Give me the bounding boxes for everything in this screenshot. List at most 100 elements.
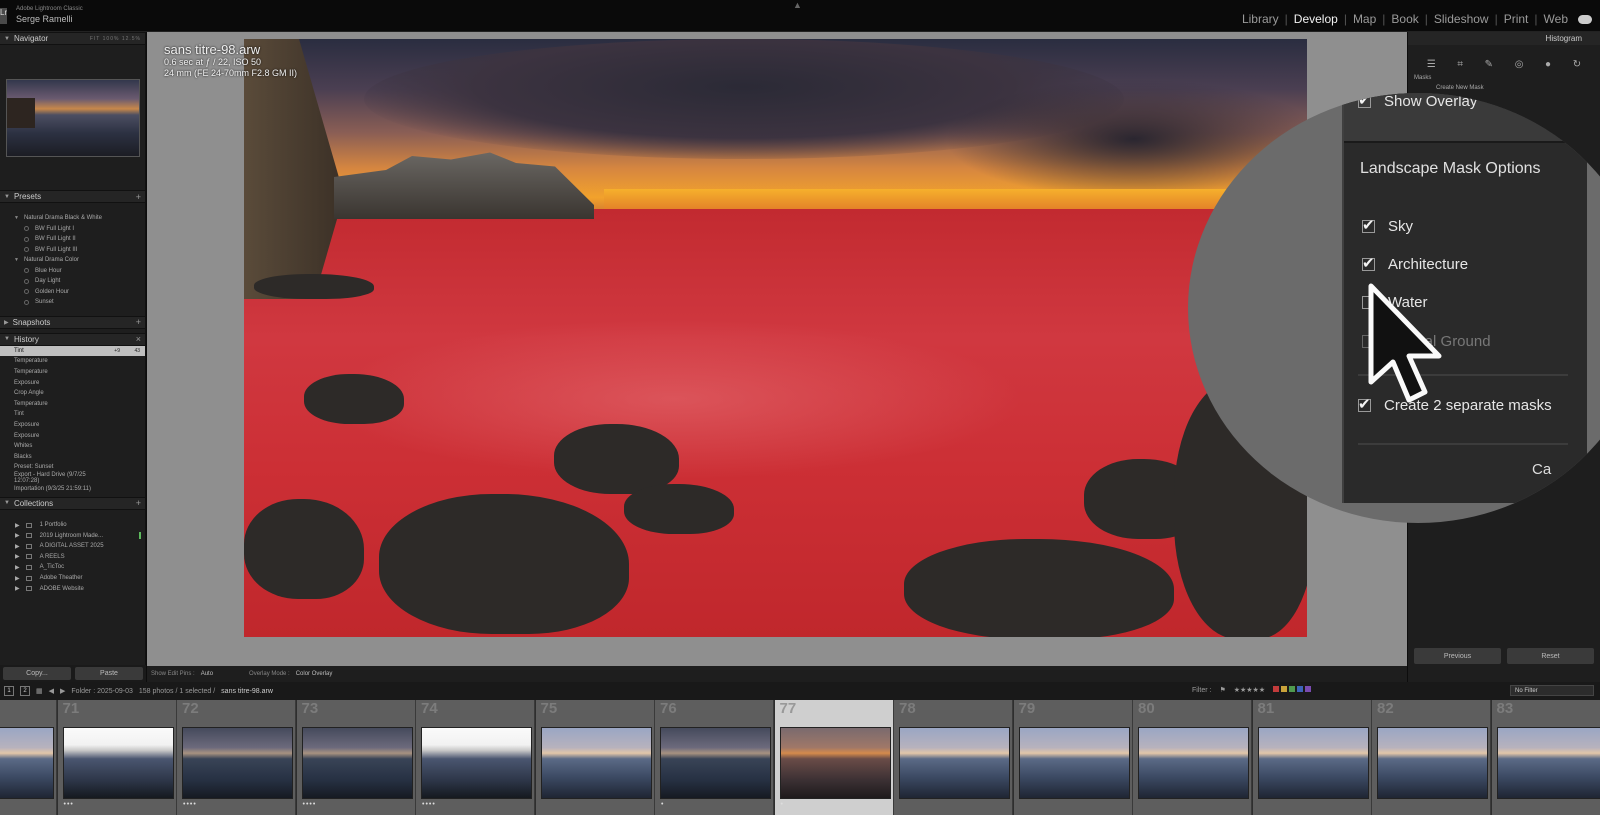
collection-item[interactable]: ▶ ADOBE Website — [0, 583, 145, 594]
edit-sliders-icon[interactable]: ☰ — [1427, 59, 1436, 70]
red-eye-icon[interactable]: ◎ — [1515, 59, 1524, 70]
preset-item[interactable]: BW Full Light I — [0, 224, 145, 235]
filmstrip-thumbnail[interactable]: 76 • — [655, 700, 774, 815]
filmstrip-thumbnail[interactable]: 71 ••• — [57, 700, 177, 815]
module-print[interactable]: Print — [1498, 12, 1535, 26]
collection-search[interactable] — [0, 510, 145, 520]
paste-button[interactable]: Paste — [75, 667, 143, 680]
filmstrip-thumbnail[interactable]: 79 — [1013, 700, 1133, 815]
history-item[interactable]: Importation (9/3/25 21:59:11) — [0, 483, 145, 494]
collection-item[interactable]: ▶ Adobe Theather — [0, 573, 145, 584]
filmstrip-thumbnail[interactable]: 77 • — [774, 700, 894, 815]
reset-icon[interactable]: ↻ — [1573, 59, 1581, 70]
module-develop[interactable]: Develop — [1288, 12, 1344, 26]
reset-button[interactable]: Reset — [1507, 648, 1594, 664]
color-label-swatch[interactable] — [1281, 686, 1288, 692]
navigator-preview[interactable] — [5, 79, 140, 157]
color-label-swatch[interactable] — [1297, 686, 1304, 692]
history-item[interactable]: Exposure — [0, 377, 145, 388]
presets-header[interactable]: ▼ Presets + — [0, 190, 145, 203]
preset-item[interactable]: BW Full Light III — [0, 245, 145, 256]
previous-button[interactable]: Previous — [1414, 648, 1501, 664]
grid-view-icon[interactable]: ▦ — [36, 687, 43, 695]
color-label-swatch[interactable] — [1273, 686, 1280, 692]
preset-item[interactable]: BW Full Light II — [0, 234, 145, 245]
overlay-mode-select[interactable]: Color Overlay — [296, 671, 333, 677]
preset-item[interactable]: Blue Hour — [0, 266, 145, 277]
filmstrip-thumbnail[interactable]: 75 — [535, 700, 655, 815]
mask-option-architecture[interactable]: Architecture — [1362, 254, 1468, 273]
filmstrip-thumbnail[interactable]: 72 •••• — [177, 700, 296, 815]
add-collection-icon[interactable]: + — [136, 498, 141, 508]
history-item[interactable]: Tint +9 43 — [0, 345, 145, 357]
show-overlay-checkbox[interactable]: Show Overlay — [1358, 93, 1477, 110]
creative-cloud-icon[interactable] — [1578, 14, 1592, 24]
forward-arrow-icon[interactable]: ▶ — [60, 687, 65, 695]
back-arrow-icon[interactable]: ◀ — [49, 687, 54, 695]
history-item[interactable]: Exposure — [0, 430, 145, 441]
color-label-swatch[interactable] — [1289, 686, 1296, 692]
preset-item[interactable]: Day Light — [0, 276, 145, 287]
crop-icon[interactable]: ⌗ — [1457, 59, 1463, 70]
add-snapshot-icon[interactable]: + — [136, 317, 141, 327]
filmstrip-thumbnail[interactable]: 81 — [1252, 700, 1372, 815]
color-label-filter[interactable] — [1273, 686, 1313, 694]
filmstrip-thumbnail[interactable]: 80 — [1133, 700, 1252, 815]
module-library[interactable]: Library — [1236, 12, 1285, 26]
color-label-swatch[interactable] — [1305, 686, 1312, 692]
flag-filter-icon[interactable]: ⚑ — [1219, 686, 1225, 694]
preset-group[interactable]: ▼ Natural Drama Black & White — [0, 213, 145, 224]
collection-item[interactable]: ▶ A DIGITAL ASSET 2025 — [0, 541, 145, 552]
history-item[interactable]: Blacks — [0, 451, 145, 462]
filmstrip-thumbnail[interactable]: 73 •••• — [296, 700, 416, 815]
filter-preset-select[interactable]: No Filter — [1510, 685, 1594, 696]
preset-item[interactable]: Sunset — [0, 297, 145, 308]
history-item[interactable]: Whites — [0, 441, 145, 452]
current-file[interactable]: sans titre-98.arw — [221, 688, 273, 695]
source-folder[interactable]: Folder : 2025-09-03 — [71, 688, 132, 695]
main-photo[interactable] — [244, 39, 1307, 637]
history-item[interactable]: Temperature — [0, 367, 145, 378]
collection-item[interactable]: ▶ A_TicToc — [0, 562, 145, 573]
module-slideshow[interactable]: Slideshow — [1428, 12, 1495, 26]
snapshots-header[interactable]: ▶ Snapshots + — [0, 315, 145, 329]
page2-button[interactable]: 2 — [20, 686, 30, 696]
preset-search[interactable] — [0, 203, 145, 213]
navigator-header[interactable]: ▼ Navigator FIT 100% 12.5% — [0, 32, 145, 45]
star-filter-icon[interactable]: ★★★★★ — [1234, 686, 1265, 694]
page1-button[interactable]: 1 — [4, 686, 14, 696]
history-item[interactable]: Tint — [0, 409, 145, 420]
show-edit-pins-select[interactable]: Auto — [201, 671, 213, 677]
copy-button[interactable]: Copy... — [3, 667, 71, 680]
filmstrip-thumbnail[interactable]: 74 •••• — [416, 700, 535, 815]
history-item[interactable]: Crop Angle — [0, 388, 145, 399]
history-item[interactable]: Export - Hard Drive (9/7/25 12:07:28) — [0, 472, 145, 484]
preset-group[interactable]: ▼ Natural Drama Color — [0, 255, 145, 266]
history-header[interactable]: ▼ History × — [0, 332, 145, 346]
create-new-mask-button[interactable]: Create New Mask — [1408, 81, 1600, 91]
collection-item[interactable]: ▶ 2019 Lightroom Made... — [0, 530, 145, 541]
collections-header[interactable]: ▼ Collections + — [0, 496, 145, 510]
filmstrip-thumbnail[interactable]: 83 — [1491, 700, 1600, 815]
history-item[interactable]: Exposure — [0, 420, 145, 431]
add-preset-icon[interactable]: + — [136, 192, 141, 202]
collection-item[interactable]: ▶ 1 Portfolio — [0, 520, 145, 531]
preset-item[interactable]: Golden Hour — [0, 287, 145, 298]
history-item[interactable]: Temperature — [0, 398, 145, 409]
filmstrip-thumbnail[interactable]: 78 — [894, 700, 1013, 815]
navigator-zoom-levels[interactable]: FIT 100% 12.5% — [90, 36, 141, 42]
history-item[interactable]: Temperature — [0, 356, 145, 367]
collapse-top-panel-icon[interactable]: ▲ — [793, 0, 802, 10]
masking-icon[interactable]: ● — [1545, 59, 1551, 70]
clear-history-icon[interactable]: × — [136, 334, 141, 344]
module-book[interactable]: Book — [1385, 12, 1424, 26]
collection-item[interactable]: ▶ A REELS — [0, 552, 145, 563]
filmstrip-thumbnail[interactable]: 82 — [1372, 700, 1491, 815]
cancel-button[interactable]: Ca — [1532, 461, 1551, 478]
filmstrip-thumbnail[interactable] — [0, 700, 57, 815]
healing-icon[interactable]: ✎ — [1485, 59, 1493, 70]
mask-option-sky[interactable]: Sky — [1362, 216, 1413, 235]
module-web[interactable]: Web — [1538, 12, 1574, 26]
histogram-header[interactable]: Histogram — [1408, 32, 1600, 45]
module-map[interactable]: Map — [1347, 12, 1382, 26]
